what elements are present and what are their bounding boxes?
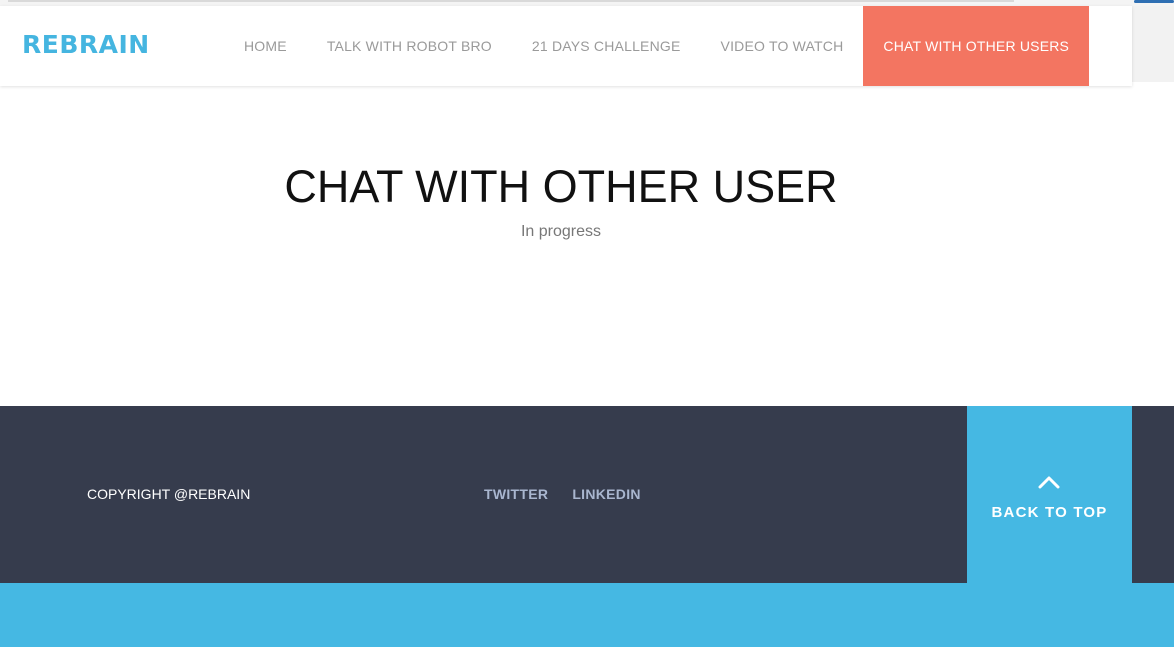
chevron-up-icon xyxy=(1038,476,1060,489)
top-accent-bar xyxy=(1134,0,1174,3)
nav-item-talk-with-robot-bro[interactable]: TALK WITH ROBOT BRO xyxy=(307,6,512,86)
brand-logo[interactable]: REBRAIN xyxy=(22,30,150,59)
site-header: REBRAIN HOME TALK WITH ROBOT BRO 21 DAYS… xyxy=(0,6,1132,86)
copyright-text: COPYRIGHT @REBRAIN xyxy=(87,486,251,502)
page-subtitle: In progress xyxy=(520,223,602,240)
right-gutter xyxy=(1132,6,1174,82)
bottom-band xyxy=(0,583,1174,647)
main-content: CHAT WITH OTHER USER In progress xyxy=(0,86,1132,406)
nav-item-video-to-watch[interactable]: VIDEO TO WATCH xyxy=(701,6,864,86)
top-divider xyxy=(8,0,1014,2)
twitter-link[interactable]: TWITTER xyxy=(484,486,548,502)
nav-item-21-days-challenge[interactable]: 21 DAYS CHALLENGE xyxy=(512,6,701,86)
nav-item-home[interactable]: HOME xyxy=(224,6,307,86)
page-title: CHAT WITH OTHER USER xyxy=(284,161,838,212)
nav-item-chat-with-other-users[interactable]: CHAT WITH OTHER USERS xyxy=(863,6,1090,86)
back-to-top-label: BACK TO TOP xyxy=(991,504,1108,521)
back-to-top-button[interactable]: BACK TO TOP xyxy=(967,406,1132,583)
linkedin-link[interactable]: LINKEDIN xyxy=(572,486,641,502)
social-links: TWITTER LINKEDIN xyxy=(484,486,641,502)
main-nav: HOME TALK WITH ROBOT BRO 21 DAYS CHALLEN… xyxy=(224,6,1090,86)
